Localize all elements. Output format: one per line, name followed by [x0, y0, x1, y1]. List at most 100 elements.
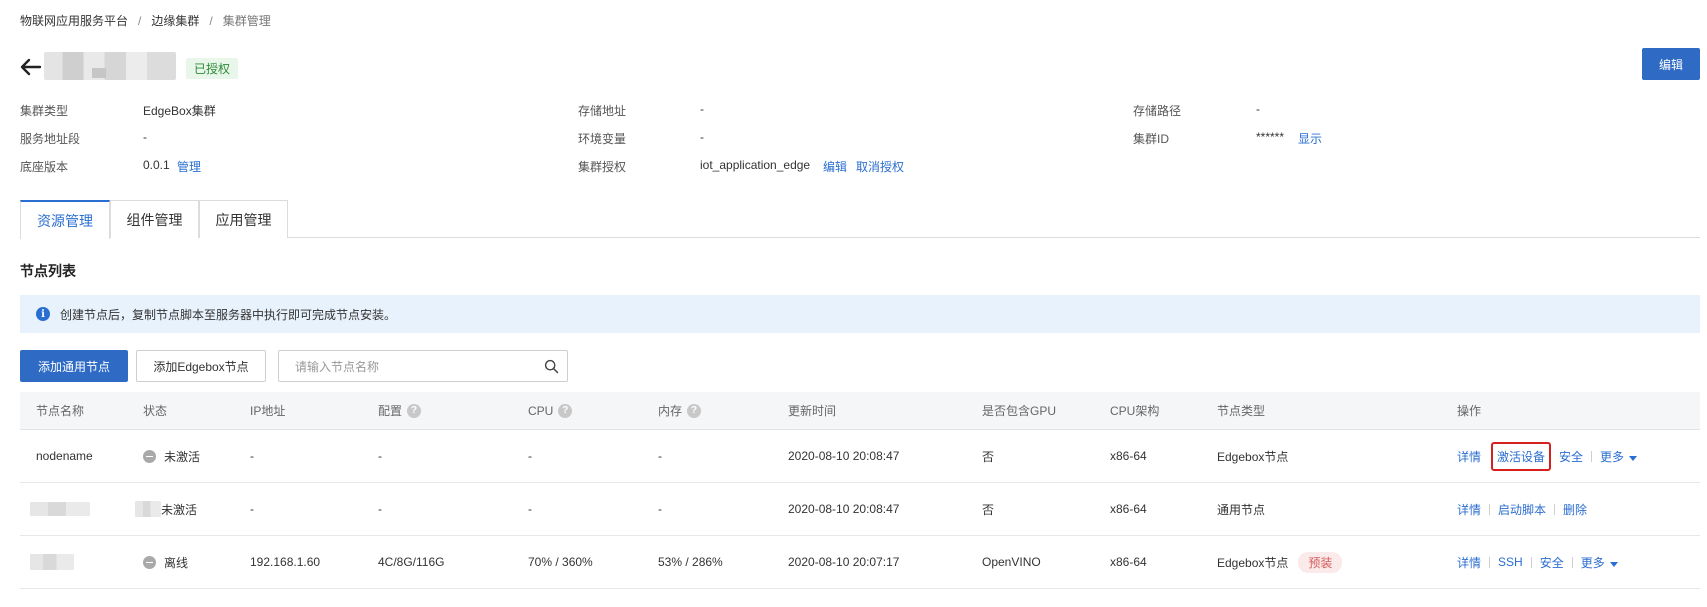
cluster-id-value: ****** — [1256, 130, 1285, 144]
node-name — [30, 536, 74, 588]
storage-path-label: 存储路径 — [1133, 104, 1182, 118]
column-header-memory-label: 内存 — [658, 404, 683, 418]
env-value: - — [700, 130, 704, 144]
column-header-cpu: CPU? — [528, 392, 573, 430]
search-icon[interactable] — [544, 359, 559, 374]
node-arch: x86-64 — [1110, 555, 1147, 569]
status-badge: 已授权 — [186, 58, 239, 79]
help-icon[interactable]: ? — [558, 404, 573, 418]
preinstall-tag: 预装 — [1298, 551, 1343, 573]
chevron-down-icon — [1629, 455, 1638, 461]
add-general-node-button[interactable]: 添加通用节点 — [20, 350, 128, 382]
column-header-arch: CPU架构 — [1110, 404, 1160, 418]
column-header-ip: IP地址 — [250, 404, 286, 418]
breadcrumb-item-edge-cluster[interactable]: 边缘集群 — [151, 12, 199, 29]
breadcrumb-item-platform[interactable]: 物联网应用服务平台 — [20, 12, 128, 29]
tab-application-management[interactable]: 应用管理 — [199, 200, 288, 238]
node-config: 4C/8G/116G — [378, 555, 445, 569]
divider — [1554, 503, 1556, 515]
column-header-config-label: 配置 — [378, 404, 403, 418]
details-link[interactable]: 详情 — [1457, 448, 1481, 465]
cluster-auth-cancel-link[interactable]: 取消授权 — [856, 158, 904, 175]
node-name: nodename — [36, 449, 93, 463]
node-arch: x86-64 — [1110, 449, 1147, 463]
node-arch: x86-64 — [1110, 502, 1147, 516]
column-header-name: 节点名称 — [36, 404, 85, 418]
row-actions: 详情 SSH 安全 更多 — [1457, 536, 1618, 588]
details-link[interactable]: 详情 — [1457, 554, 1481, 571]
node-name-redacted — [30, 554, 74, 570]
node-memory: 53% / 286% — [658, 555, 723, 569]
cluster-type-label: 集群类型 — [20, 104, 69, 118]
column-header-type: 节点类型 — [1217, 404, 1266, 418]
node-cpu: - — [528, 449, 532, 463]
node-name-redacted — [30, 502, 90, 516]
divider — [1530, 556, 1532, 568]
column-header-status: 状态 — [143, 404, 168, 418]
cluster-id-show-link[interactable]: 显示 — [1298, 130, 1322, 147]
node-updated: 2020-08-10 20:08:47 — [788, 449, 900, 463]
info-icon: i — [36, 307, 50, 321]
column-header-gpu: 是否包含GPU — [982, 404, 1057, 418]
cluster-name-redacted — [44, 52, 176, 80]
ssh-link[interactable]: SSH — [1498, 555, 1523, 569]
node-status-text: 未激活 — [164, 449, 201, 464]
delete-link[interactable]: 删除 — [1563, 501, 1587, 518]
divider — [1489, 503, 1491, 515]
divider — [1591, 450, 1593, 462]
node-updated: 2020-08-10 20:08:47 — [788, 502, 900, 516]
more-label: 更多 — [1580, 555, 1605, 570]
service-addr-label: 服务地址段 — [20, 132, 81, 146]
node-status: 未激活 — [143, 430, 200, 482]
help-icon[interactable]: ? — [407, 404, 422, 418]
node-type-text: Edgebox节点 — [1217, 555, 1289, 570]
cluster-type-value: EdgeBox集群 — [143, 104, 216, 118]
breadcrumb: 物联网应用服务平台 / 边缘集群 / 集群管理 — [20, 12, 271, 29]
breadcrumb-separator: / — [138, 13, 142, 28]
info-notice: i 创建节点后，复制节点脚本至服务器中执行即可完成节点安装。 — [20, 295, 1700, 333]
column-header-actions: 操作 — [1457, 404, 1482, 418]
base-version-manage-link[interactable]: 管理 — [177, 158, 201, 175]
tab-component-management[interactable]: 组件管理 — [110, 200, 199, 238]
table-row: 未激活 - - - - 2020-08-10 20:08:47 否 x86-64… — [20, 483, 1700, 536]
more-label: 更多 — [1600, 449, 1625, 464]
back-arrow-icon[interactable] — [18, 54, 44, 80]
column-header-cpu-label: CPU — [528, 404, 554, 418]
more-dropdown[interactable]: 更多 — [1600, 448, 1638, 465]
node-memory: - — [658, 502, 662, 516]
divider — [1489, 556, 1491, 568]
search-input[interactable] — [295, 358, 535, 376]
node-ip: 192.168.1.60 — [250, 555, 321, 569]
node-memory: - — [658, 449, 662, 463]
node-gpu: 否 — [982, 449, 995, 464]
inactive-status-icon — [143, 449, 156, 463]
node-name — [30, 483, 90, 535]
node-config: - — [378, 502, 382, 516]
security-link[interactable]: 安全 — [1559, 448, 1583, 465]
column-header-updated: 更新时间 — [788, 404, 837, 418]
help-icon[interactable]: ? — [687, 404, 702, 418]
table-header: 节点名称 状态 IP地址 配置? CPU? 内存? 更新时间 是否包含GPU C… — [20, 392, 1700, 430]
breadcrumb-separator: / — [209, 13, 213, 28]
startup-script-link[interactable]: 启动脚本 — [1498, 501, 1546, 518]
more-dropdown[interactable]: 更多 — [1581, 554, 1618, 571]
tab-bar: 资源管理 组件管理 应用管理 — [20, 200, 1700, 239]
section-title: 节点列表 — [20, 263, 76, 279]
base-version-label: 底座版本 — [20, 160, 69, 174]
cluster-id-label: 集群ID — [1133, 132, 1170, 146]
edit-button[interactable]: 编辑 — [1642, 48, 1700, 80]
notice-text: 创建节点后，复制节点脚本至服务器中执行即可完成节点安装。 — [60, 307, 397, 322]
env-label: 环境变量 — [578, 132, 627, 146]
security-link[interactable]: 安全 — [1540, 554, 1564, 571]
cluster-auth-edit-link[interactable]: 编辑 — [823, 158, 847, 175]
node-cpu: 70% / 360% — [528, 555, 593, 569]
tab-resource-management[interactable]: 资源管理 — [20, 200, 110, 239]
search-box — [278, 350, 568, 382]
column-header-config: 配置? — [378, 392, 422, 430]
node-status: 离线 — [143, 536, 188, 588]
details-link[interactable]: 详情 — [1457, 501, 1481, 518]
add-edgebox-node-button[interactable]: 添加Edgebox节点 — [136, 350, 266, 382]
breadcrumb-item-current: 集群管理 — [222, 14, 271, 28]
storage-addr-label: 存储地址 — [578, 104, 627, 118]
activate-device-link[interactable]: 激活设备 — [1491, 441, 1552, 471]
